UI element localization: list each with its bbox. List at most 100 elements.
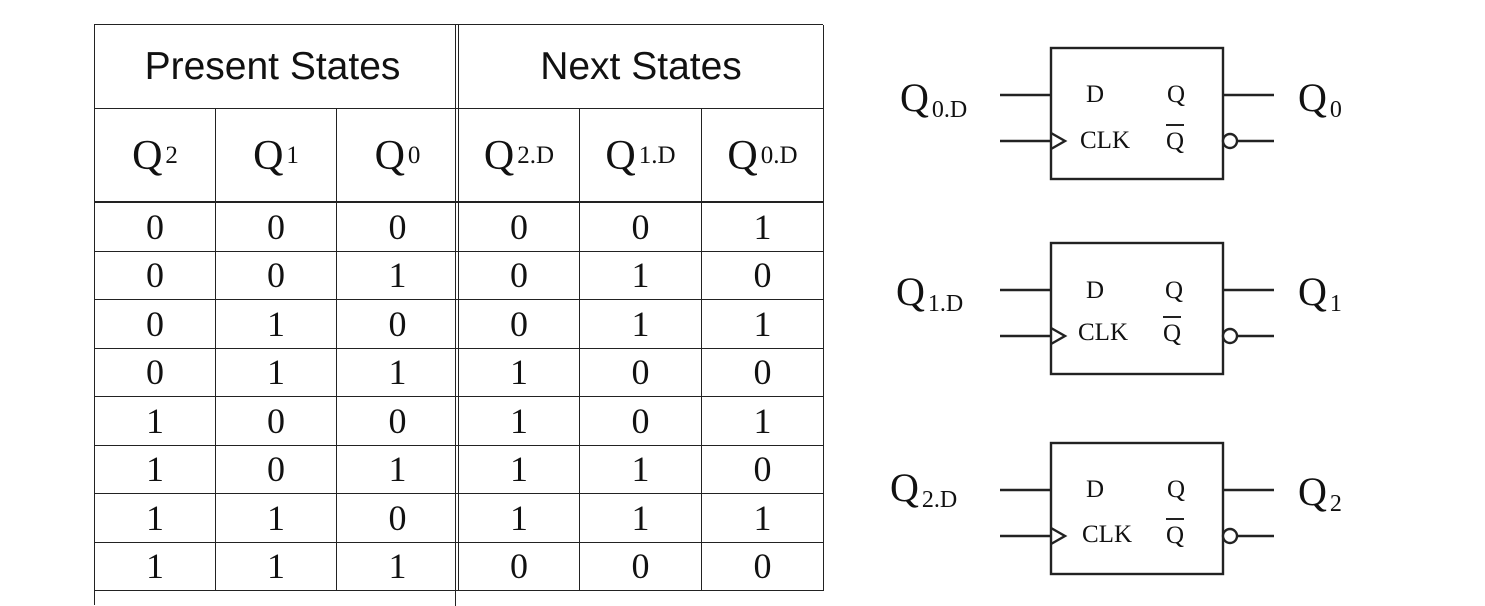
table-cell: 0 (216, 203, 337, 252)
table-cell: 1 (580, 251, 702, 300)
table-cell: 1 (580, 300, 702, 349)
table-cell: 1 (337, 542, 459, 591)
table-cell: 1 (702, 397, 824, 446)
column-header-sub: 0.D (760, 141, 798, 169)
group-divider (455, 25, 457, 606)
present-states-label: Present States (144, 44, 401, 88)
table-cell: 1 (580, 494, 702, 543)
table-cell: 1 (216, 300, 337, 349)
pin-q: Q (1167, 476, 1186, 503)
table-cell: 1 (95, 397, 216, 446)
column-header-sub: 1.D (638, 141, 676, 169)
column-header-sub: 0 (407, 141, 421, 169)
table-cell: 0 (580, 397, 702, 446)
table-cell: 1 (459, 445, 580, 494)
ff-output-sub: 2 (1329, 491, 1342, 517)
table-cell: 0 (702, 542, 824, 591)
table-cell: 0 (702, 445, 824, 494)
column-header-main: Q (605, 132, 636, 179)
clock-triangle (1050, 326, 1068, 346)
column-header-sub: 2.D (517, 141, 555, 169)
inversion-bubble (1221, 527, 1239, 545)
column-header-q2d: Q 2.D (459, 109, 580, 203)
inversion-bubble (1221, 132, 1239, 150)
table-cell: 1 (459, 348, 580, 397)
table-cell: 1 (337, 445, 459, 494)
table-cell: 0 (337, 300, 459, 349)
ff-output-label: Q0 (1298, 74, 1342, 124)
table-cell: 0 (580, 203, 702, 252)
ff-input-main: Q (896, 269, 925, 314)
table-cell: 0 (337, 203, 459, 252)
ff-input-sub: 0.D (931, 97, 968, 123)
table-cell: 0 (216, 445, 337, 494)
table-cell: 1 (216, 542, 337, 591)
ff-output-main: Q (1298, 75, 1327, 120)
table-cell: 1 (95, 445, 216, 494)
table-cell: 0 (702, 251, 824, 300)
table-cell: 1 (702, 203, 824, 252)
ff-input-sub: 1.D (927, 291, 964, 317)
column-header-q2: Q2 (95, 109, 216, 203)
column-header-q1: Q1 (216, 109, 337, 203)
table-cell: 0 (216, 251, 337, 300)
table-cell: 1 (216, 494, 337, 543)
ff-output-main: Q (1298, 269, 1327, 314)
table-cell: 1 (95, 494, 216, 543)
flip-flop-box (1049, 441, 1225, 576)
column-header-q1d: Q 1.D (580, 109, 702, 203)
table-cell: 0 (459, 251, 580, 300)
ff-output-sub: 0 (1329, 97, 1342, 123)
pin-q-bar: Q (1163, 316, 1182, 348)
column-header-sub: 2 (165, 141, 178, 169)
header-present-states: Present States (95, 25, 459, 109)
ff-output-label: Q2 (1298, 468, 1342, 518)
table-cell: 0 (580, 542, 702, 591)
pin-d: D (1086, 81, 1105, 108)
table-cell: 0 (459, 300, 580, 349)
header-divider (95, 201, 824, 203)
clock-triangle (1050, 131, 1068, 151)
ff-input-sub: 2.D (921, 487, 958, 513)
table-cell: 1 (580, 445, 702, 494)
table-cell: 1 (459, 494, 580, 543)
table-cell: 0 (95, 251, 216, 300)
ff-output-main: Q (1298, 469, 1327, 514)
pin-q: Q (1167, 81, 1186, 108)
ff-input-label: Q 2.D (890, 464, 957, 514)
ff-output-label: Q1 (1298, 268, 1342, 318)
ff-input-label: Q 1.D (896, 268, 963, 318)
header-next-states: Next States (459, 25, 824, 109)
pin-q-bar: Q (1166, 124, 1185, 156)
table-cell: 0 (95, 348, 216, 397)
flip-flop-diagram: Q 0.D Q0 D CLK Q Q Q 1.D Q1 D CLK Q Q Q 2.D… (860, 0, 1420, 605)
column-header-main: Q (253, 132, 284, 179)
table-cell: 1 (337, 348, 459, 397)
clock-triangle (1050, 526, 1068, 546)
column-header-main: Q (374, 132, 405, 179)
pin-d: D (1086, 476, 1105, 503)
table-cell: 0 (95, 203, 216, 252)
table-cell: 1 (337, 251, 459, 300)
table-cell: 0 (216, 397, 337, 446)
table-cell: 0 (337, 494, 459, 543)
table-cell: 1 (216, 348, 337, 397)
pin-clk: CLK (1080, 127, 1130, 154)
flip-flop-box (1049, 46, 1225, 181)
pin-q: Q (1165, 277, 1184, 304)
table-cell: 0 (337, 397, 459, 446)
inversion-bubble (1221, 327, 1239, 345)
column-header-main: Q (132, 132, 163, 179)
table-cell: 0 (95, 300, 216, 349)
ff-input-main: Q (890, 465, 919, 510)
state-table: Present States Next States Q 2 Q 1 Q 0 Q 2.D Q 1.… (94, 24, 824, 606)
column-header-q0d: Q 0.D (702, 109, 824, 203)
flip-flop-box (1049, 241, 1225, 376)
table-cell: 1 (702, 300, 824, 349)
table-cell: 1 (459, 397, 580, 446)
table-cell: 1 (95, 542, 216, 591)
ff-input-label: Q 0.D (900, 74, 967, 124)
table-cell: 0 (459, 203, 580, 252)
pin-clk: CLK (1078, 319, 1128, 346)
ff-output-sub: 1 (1329, 291, 1342, 317)
